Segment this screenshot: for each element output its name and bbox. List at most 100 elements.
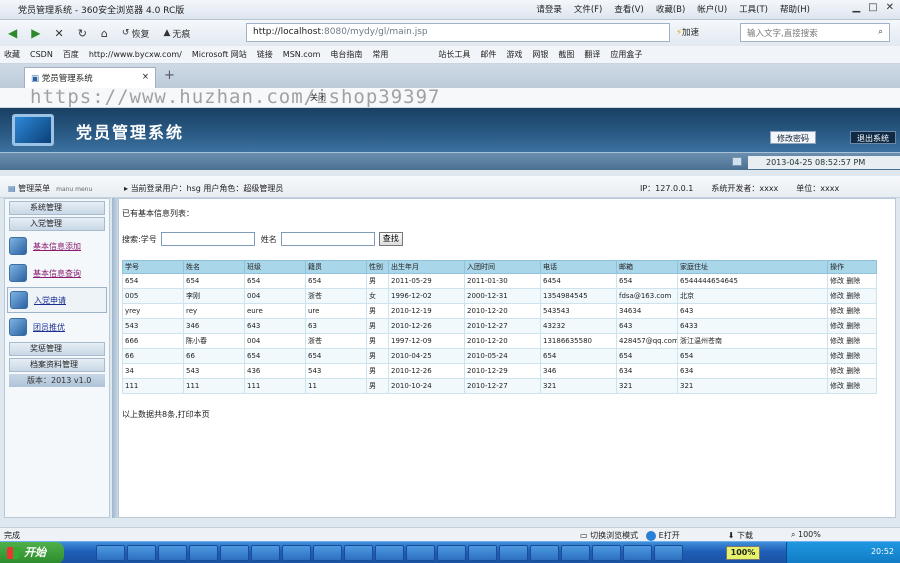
- taskbar-item[interactable]: [437, 545, 466, 561]
- name-input[interactable]: [280, 232, 375, 246]
- search-input[interactable]: 输入文字,直接搜索 ⌕: [740, 23, 890, 42]
- table-cell: 2011-01-30: [464, 273, 541, 289]
- sidebar-section-party[interactable]: 入党管理: [9, 217, 105, 231]
- fav-item[interactable]: 邮件: [480, 49, 496, 60]
- menu-view[interactable]: 查看(V): [614, 3, 643, 15]
- taskbar-item[interactable]: [127, 545, 156, 561]
- table-header-row: 学号 姓名 班级 籍贯 性别 出生年月 入团时间 电话 邮箱 家庭住址 操作: [122, 260, 877, 274]
- table-cell: 004: [244, 288, 306, 304]
- fav-item[interactable]: 收藏: [4, 49, 20, 60]
- stop-button[interactable]: ✕: [50, 27, 67, 40]
- table-cell: 654: [616, 273, 678, 289]
- table-cell: 428457@qq.com: [616, 333, 678, 349]
- sidebar-item-recommend[interactable]: 团员推优: [7, 314, 107, 340]
- row-actions[interactable]: 修改 删除: [827, 318, 877, 334]
- download-button[interactable]: ⬇ 下载: [728, 530, 753, 541]
- fav-item[interactable]: 常用: [372, 49, 388, 60]
- taskbar-item[interactable]: [251, 545, 280, 561]
- taskbar-item[interactable]: [313, 545, 342, 561]
- minimize-icon[interactable]: ▁: [852, 2, 860, 13]
- sidebar-section-archive[interactable]: 档案资料管理: [9, 358, 105, 372]
- fav-item[interactable]: 网银: [532, 49, 548, 60]
- row-actions[interactable]: 修改 删除: [827, 378, 877, 394]
- search-icon[interactable]: ⌕: [878, 27, 883, 37]
- sidebar-item-query-info[interactable]: 基本信息查询: [7, 260, 107, 286]
- tab-close-icon[interactable]: ×: [142, 72, 149, 82]
- change-password-button[interactable]: 修改密码: [770, 131, 816, 144]
- row-actions[interactable]: 修改 删除: [827, 273, 877, 289]
- row-actions[interactable]: 修改 删除: [827, 303, 877, 319]
- start-label: 开始: [24, 546, 46, 559]
- fav-item[interactable]: CSDN: [30, 50, 53, 59]
- sidebar-item-add-info[interactable]: 基本信息添加: [7, 233, 107, 259]
- fav-item[interactable]: 百度: [63, 49, 79, 60]
- maximize-icon[interactable]: □: [868, 2, 877, 13]
- fav-item[interactable]: 站长工具: [438, 49, 470, 60]
- ie-open-button[interactable]: E打开: [646, 530, 680, 541]
- fav-item[interactable]: Microsoft 网站: [192, 49, 247, 60]
- fav-item[interactable]: 应用盒子: [610, 49, 642, 60]
- taskbar-item[interactable]: [189, 545, 218, 561]
- table-cell: 2010-12-26: [388, 363, 465, 379]
- fav-item[interactable]: 截图: [558, 49, 574, 60]
- date-bar: 2013-04-25 08:52:57 PM: [0, 152, 900, 170]
- sidebar-section-system[interactable]: 系统管理: [9, 201, 105, 215]
- row-actions[interactable]: 修改 删除: [827, 348, 877, 364]
- no-trace-button[interactable]: ▲ 无痕: [159, 27, 194, 40]
- tab-bar: ▣ 党员管理系统 × +: [0, 64, 900, 88]
- menu-login[interactable]: 请登录: [536, 3, 562, 15]
- row-actions[interactable]: 修改 删除: [827, 288, 877, 304]
- table-cell: 11: [305, 378, 367, 394]
- fav-item[interactable]: 链接: [257, 49, 273, 60]
- search-row: 搜索:学号 姓名 查找: [122, 232, 403, 246]
- refresh-button[interactable]: ↻: [74, 27, 91, 40]
- address-bar[interactable]: http://localhost:8080/mydy/gl/main.jsp: [246, 23, 670, 42]
- fav-item[interactable]: 电台指南: [330, 49, 362, 60]
- menu-account[interactable]: 帐户(U): [697, 3, 727, 15]
- taskbar-item[interactable]: [344, 545, 373, 561]
- table-cell: 李刚: [183, 288, 245, 304]
- menu-file[interactable]: 文件(F): [574, 3, 603, 15]
- taskbar-item[interactable]: [530, 545, 559, 561]
- fav-item[interactable]: MSN.com: [283, 50, 321, 59]
- logout-button[interactable]: 退出系统: [850, 131, 896, 144]
- accelerate-button[interactable]: ⚡加速: [676, 26, 699, 38]
- taskbar-item[interactable]: [499, 545, 528, 561]
- menu-title: 管理菜单: [18, 184, 51, 193]
- student-id-input[interactable]: [160, 232, 255, 246]
- home-button[interactable]: ⌂: [97, 27, 112, 40]
- menu-favorites[interactable]: 收藏(B): [656, 3, 685, 15]
- taskbar-item[interactable]: [406, 545, 435, 561]
- compat-mode-button[interactable]: ▭ 切换浏览模式: [580, 530, 638, 541]
- row-actions[interactable]: 修改 删除: [827, 333, 877, 349]
- sidebar-item-apply[interactable]: 入党申请: [7, 287, 107, 313]
- taskbar-item[interactable]: [96, 545, 125, 561]
- fav-item[interactable]: http://www.bycxw.com/: [89, 50, 182, 59]
- zoom-level[interactable]: ⌕ 100%: [791, 530, 821, 541]
- fav-item[interactable]: 翻译: [584, 49, 600, 60]
- new-tab-button[interactable]: +: [164, 68, 175, 83]
- taskbar-item[interactable]: [592, 545, 621, 561]
- sidebar-section-reward[interactable]: 奖惩管理: [9, 342, 105, 356]
- taskbar-item[interactable]: [282, 545, 311, 561]
- row-actions[interactable]: 修改 删除: [827, 363, 877, 379]
- search-button[interactable]: 查找: [378, 232, 403, 246]
- taskbar-item[interactable]: [375, 545, 404, 561]
- tab-dangyuan[interactable]: ▣ 党员管理系统 ×: [24, 67, 156, 88]
- fav-item[interactable]: 游戏: [506, 49, 522, 60]
- taskbar-item[interactable]: [561, 545, 590, 561]
- taskbar-item[interactable]: [623, 545, 652, 561]
- column-header: 家庭住址: [677, 260, 828, 274]
- menu-tools[interactable]: 工具(T): [739, 3, 768, 15]
- taskbar-item[interactable]: [220, 545, 249, 561]
- menu-help[interactable]: 帮助(H): [780, 3, 810, 15]
- taskbar-item[interactable]: [158, 545, 187, 561]
- start-button[interactable]: 开始: [0, 542, 64, 563]
- restore-button[interactable]: ↺ 恢复: [118, 27, 154, 40]
- taskbar-item[interactable]: [468, 545, 497, 561]
- address-host: http://localhost: [253, 27, 321, 37]
- close-window-icon[interactable]: ✕: [886, 2, 894, 13]
- taskbar-item[interactable]: [654, 545, 683, 561]
- back-button[interactable]: ◀: [4, 26, 21, 40]
- forward-button[interactable]: ▶: [27, 26, 44, 40]
